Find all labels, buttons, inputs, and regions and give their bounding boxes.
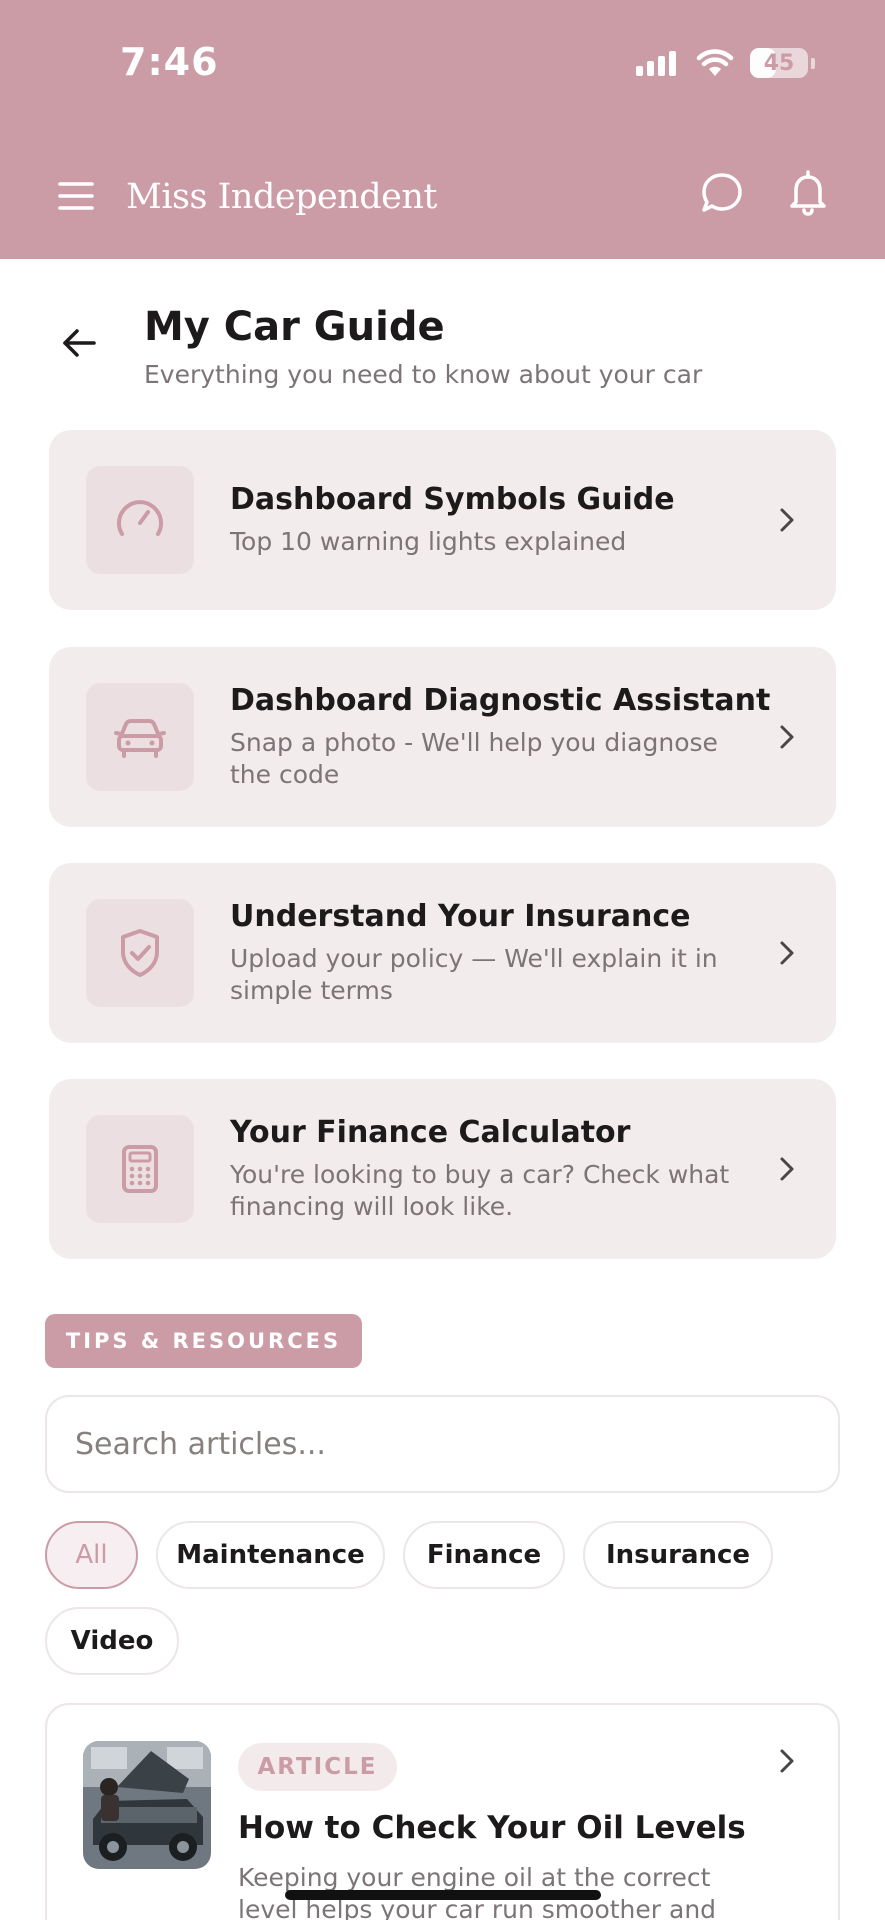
card-title: Understand Your Insurance xyxy=(230,899,691,934)
status-time: 7:46 xyxy=(120,40,219,84)
battery-cap xyxy=(811,57,815,69)
filter-chip-maintenance[interactable]: Maintenance xyxy=(156,1521,385,1589)
search-input[interactable] xyxy=(47,1397,838,1491)
card-description: Snap a photo - We'll help you diagnose t… xyxy=(230,728,718,789)
page-subtitle: Everything you need to know about your c… xyxy=(144,360,703,389)
card-understand-insurance[interactable]: Understand Your Insurance Upload your po… xyxy=(49,863,836,1043)
card-icon-container xyxy=(86,466,194,574)
chevron-right-icon xyxy=(780,508,794,532)
status-icons: 45 xyxy=(636,48,815,78)
card-title: Dashboard Diagnostic Assistant xyxy=(230,683,771,718)
signal-icon xyxy=(636,51,676,76)
car-repair-image xyxy=(83,1741,211,1869)
card-title: Dashboard Symbols Guide xyxy=(230,482,675,517)
chevron-right-icon xyxy=(780,1749,794,1773)
page-title: My Car Guide xyxy=(144,304,445,350)
filter-chip-video[interactable]: Video xyxy=(45,1607,179,1675)
filter-chip-all[interactable]: All xyxy=(45,1521,138,1589)
article-type-badge: ARTICLE xyxy=(238,1743,397,1791)
card-description: Upload your policy — We'll explain it in… xyxy=(230,944,718,1005)
speedometer-icon xyxy=(117,500,163,536)
calculator-icon xyxy=(122,1145,158,1193)
article-title: How to Check Your Oil Levels xyxy=(238,1810,746,1846)
card-title: Your Finance Calculator xyxy=(230,1115,631,1150)
home-indicator xyxy=(285,1890,601,1900)
card-icon-container xyxy=(86,683,194,791)
shield-check-icon xyxy=(121,929,159,977)
filter-chip-finance[interactable]: Finance xyxy=(403,1521,565,1589)
search-box xyxy=(45,1395,840,1493)
battery-icon: 45 xyxy=(750,48,808,78)
article-thumbnail xyxy=(83,1741,211,1869)
card-icon-container xyxy=(86,899,194,1007)
card-description: You're looking to buy a car? Check what … xyxy=(230,1160,730,1221)
back-arrow-icon[interactable] xyxy=(56,320,102,366)
chevron-right-icon xyxy=(780,941,794,965)
card-description: Top 10 warning lights explained xyxy=(230,527,627,556)
hamburger-menu-icon[interactable] xyxy=(56,178,96,214)
wifi-icon xyxy=(696,49,734,76)
app-header: 7:46 45 Miss Independent xyxy=(0,0,885,259)
battery-percent: 45 xyxy=(763,50,795,76)
section-label-tips-resources: TIPS & RESOURCES xyxy=(45,1314,362,1368)
chat-bubble-icon[interactable] xyxy=(698,170,746,218)
card-dashboard-symbols[interactable]: Dashboard Symbols Guide Top 10 warning l… xyxy=(49,430,836,610)
filter-chip-insurance[interactable]: Insurance xyxy=(583,1521,773,1589)
car-icon xyxy=(114,719,166,758)
card-diagnostic-assistant[interactable]: Dashboard Diagnostic Assistant Snap a ph… xyxy=(49,647,836,827)
chevron-right-icon xyxy=(780,1157,794,1181)
top-nav: Miss Independent xyxy=(0,160,885,232)
article-card[interactable]: ARTICLE How to Check Your Oil Levels Kee… xyxy=(45,1703,840,1920)
card-icon-container xyxy=(86,1115,194,1223)
bell-icon[interactable] xyxy=(784,168,832,218)
app-title: Miss Independent xyxy=(126,177,437,217)
card-finance-calculator[interactable]: Your Finance Calculator You're looking t… xyxy=(49,1079,836,1259)
chevron-right-icon xyxy=(780,725,794,749)
